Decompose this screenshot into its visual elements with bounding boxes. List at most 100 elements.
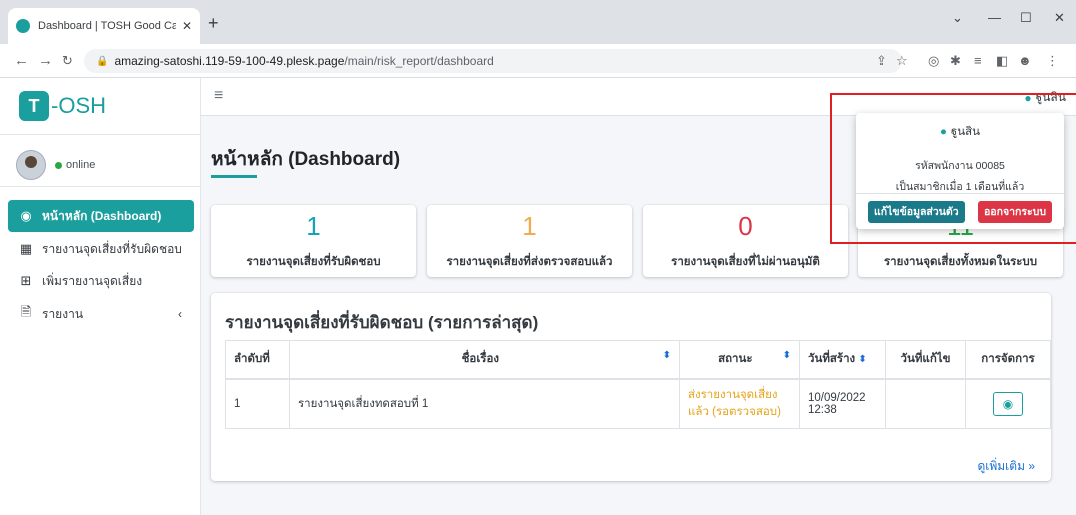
sidebar-item-label: หน้าหลัก (Dashboard) [42,208,162,223]
see-more-link[interactable]: ดูเพิ่มเติม » [977,457,1035,476]
sort-icon: ⬍ [662,350,671,362]
camera-icon[interactable]: ◎ [928,53,939,69]
reload-icon[interactable]: ↻ [62,53,73,69]
eye-icon: ◉ [1002,396,1014,411]
created-time: 12:38 [808,403,837,416]
sidebar-item-dashboard[interactable]: ◉ หน้าหลัก (Dashboard) [8,200,194,232]
stat-card-responsible[interactable]: 1 รายงานจุดเสี่ยงที่รับผิดชอบ [211,205,416,277]
cell-subject: รายงานจุดเสี่ยงทดสอบที่ 1 [289,378,680,429]
stat-value: 1 [306,211,321,241]
latest-reports-card: รายงานจุดเสี่ยงที่รับผิดชอบ (รายการล่าสุ… [211,293,1051,481]
browser-menu-icon[interactable]: ⋮ [1046,53,1059,69]
employee-id: รหัสพนักงาน 00085 [915,160,1005,172]
url-host: amazing-satoshi.119-59-100-49.plesk.page [114,54,345,68]
sidebar-item-label: รายงานจุดเสี่ยงที่รับผิดชอบ [42,241,182,256]
stat-label: รายงานจุดเสี่ยงที่รับผิดชอบ [246,256,381,268]
sidebar: T -OSH online ◉ หน้าหลัก (Dashboard) ▦ ร… [0,78,201,515]
sidebar-divider [0,186,201,187]
stat-value: 1 [522,211,537,241]
sidebar-item-reports[interactable]: 🗎 รายงาน ‹ [8,298,194,330]
tab-close-icon[interactable]: ✕ [182,19,192,33]
stat-value: 0 [738,211,753,241]
address-bar-row: ← → ↻ 🔒 amazing-satoshi.119-59-100-49.pl… [0,44,1076,78]
table-header-row: ลำดับที่ ชื่อเรื่อง ⬍ สถานะ ⬍ วันที่สร้าง … [225,340,1051,380]
logout-button[interactable]: ออกจากระบบ [978,201,1052,223]
cell-no: 1 [225,378,290,429]
avatar [16,150,46,180]
title-underline [211,175,257,178]
user-menu-toggle[interactable]: ● ฐูนสิน [1024,88,1066,107]
user-name: ฐูนสิน [1035,90,1066,104]
url-path: /main/risk_report/dashboard [344,54,494,68]
page-title: หน้าหลัก (Dashboard) [211,149,401,170]
new-tab-button[interactable]: + [208,13,219,34]
maximize-button[interactable]: ☐ [1020,10,1032,26]
sort-icon: ⬍ [782,350,791,362]
stat-card-submitted[interactable]: 1 รายงานจุดเสี่ยงที่ส่งตรวจสอบแล้ว [427,205,632,277]
sidebar-item-responsible-reports[interactable]: ▦ รายงานจุดเสี่ยงที่รับผิดชอบ [8,233,194,265]
online-status-text: online [66,159,96,171]
tab-search-icon[interactable]: ⌄ [952,10,963,26]
minimize-button[interactable]: — [988,10,1001,25]
side-panel-icon[interactable]: ◧ [996,53,1008,69]
url-input[interactable]: 🔒 amazing-satoshi.119-59-100-49.plesk.pa… [84,49,902,73]
tab-title: Dashboard | TOSH Good Catch R [38,20,176,32]
reading-list-icon[interactable]: ≡ [974,53,982,68]
stat-label: รายงานจุดเสี่ยงทั้งหมดในระบบ [883,256,1038,268]
bookmark-star-icon[interactable]: ☆ [896,53,908,69]
user-panel[interactable]: online [16,150,95,180]
column-header-status[interactable]: สถานะ ⬍ [679,340,800,380]
dropdown-user-name: ฐูนสิน [950,126,981,138]
column-header-created[interactable]: วันที่สร้าง ⬍ [799,340,886,380]
favicon-icon [16,19,30,33]
hamburger-menu-icon[interactable]: ≡ [214,87,223,105]
back-icon[interactable]: ← [14,52,29,69]
cell-status: ส่งรายงานจุดเสี่ยง แล้ว (รอตรวจสอบ) [679,378,800,429]
online-status-icon [55,161,62,169]
view-eye-button[interactable]: ◉ [993,391,1023,416]
top-navbar: ≡ ● ฐูนสิน [201,78,1076,116]
column-header-actions: การจัดการ [965,340,1051,380]
sidebar-item-label: เพิ่มรายงานจุดเสี่ยง [42,273,143,288]
column-header-subject[interactable]: ชื่อเรื่อง ⬍ [289,340,680,380]
user-icon: ● [939,126,947,138]
reports-table: ลำดับที่ ชื่อเรื่อง ⬍ สถานะ ⬍ วันที่สร้าง … [225,340,1051,429]
status-line: แล้ว (รอตรวจสอบ) [688,405,781,418]
table-row: 1 รายงานจุดเสี่ยงทดสอบที่ 1 ส่งรายงานจุด… [225,378,1051,429]
stat-label: รายงานจุดเสี่ยงที่ไม่ผ่านอนุมัติ [671,256,820,268]
sort-icon: ⬍ [858,354,867,366]
cell-actions: ◉ [965,378,1051,429]
stat-card-rejected[interactable]: 0 รายงานจุดเสี่ยงที่ไม่ผ่านอนุมัติ [643,205,848,277]
forward-icon[interactable]: → [38,52,53,69]
chevron-left-icon: ‹ [178,307,182,321]
browser-tab[interactable]: Dashboard | TOSH Good Catch R ✕ [8,8,200,44]
dropdown-footer: แก้ไขข้อมูลส่วนตัว ออกจากระบบ [856,193,1064,229]
share-icon[interactable]: ⇪ [876,53,887,69]
column-header-no: ลำดับที่ [225,340,290,380]
brand-logo[interactable]: T -OSH [19,88,106,124]
column-header-modified: วันที่แก้ไข [885,340,966,380]
sidebar-item-label: รายงาน [42,306,84,321]
dashboard-icon: ◉ [20,208,32,223]
user-dropdown: ● ฐูนสิน รหัสพนักงาน 00085 เป็นสมาชิกเมื่… [856,113,1064,229]
lock-icon: 🔒 [96,55,109,67]
cell-modified [885,378,966,429]
cell-created: 10/09/2022 12:38 [799,378,886,429]
logo-text: -OSH [51,93,106,118]
card-title: รายงานจุดเสี่ยงที่รับผิดชอบ (รายการล่าสุ… [225,313,539,332]
status-line: ส่งรายงานจุดเสี่ยง [688,388,778,401]
close-window-button[interactable]: ✕ [1054,10,1065,26]
table-icon: ▦ [19,241,33,256]
stat-label: รายงานจุดเสี่ยงที่ส่งตรวจสอบแล้ว [446,256,613,268]
dropdown-user: ● ฐูนสิน [856,123,1064,141]
logo-mark: T [19,91,49,121]
edit-profile-button[interactable]: แก้ไขข้อมูลส่วนตัว [868,201,965,223]
user-icon: ● [1024,90,1032,105]
extensions-icon[interactable]: ✱ [950,53,961,69]
browser-tab-bar: Dashboard | TOSH Good Catch R ✕ + ⌄ — ☐ … [0,0,1076,44]
sidebar-item-add-report[interactable]: ⊞ เพิ่มรายงานจุดเสี่ยง [8,265,194,297]
sidebar-divider [0,134,201,135]
file-icon: 🗎 [20,304,32,319]
created-date: 10/09/2022 [808,391,866,404]
profile-icon[interactable]: ☻ [1018,53,1032,68]
